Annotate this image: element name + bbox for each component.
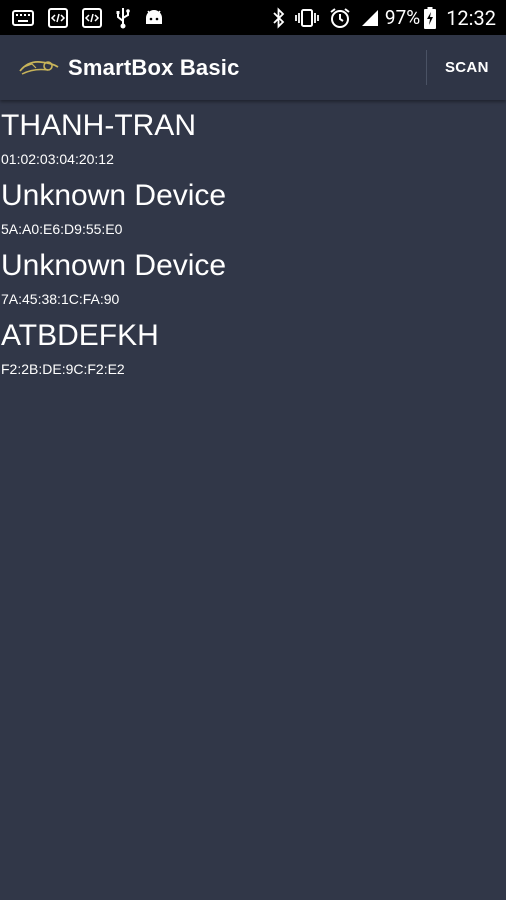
device-list-item[interactable]: Unknown Device 5A:A0:E6:D9:55:E0 (0, 178, 506, 248)
alarm-icon (329, 7, 351, 29)
vibrate-icon (295, 8, 319, 28)
device-name: Unknown Device (1, 249, 227, 282)
clock-time: 12:32 (446, 5, 496, 30)
device-list-item[interactable]: Unknown Device 7A:45:38:1C:FA:90 (0, 248, 506, 318)
keyboard-icon (12, 9, 34, 26)
status-bar: 97% 12:32 (0, 0, 506, 35)
battery-percent: 97% (384, 6, 421, 29)
device-address: 5A:A0:E6:D9:55:E0 (1, 221, 123, 237)
app-logo-icon (18, 55, 60, 84)
code-icon (48, 7, 68, 28)
usb-icon (116, 7, 130, 29)
android-icon (144, 8, 164, 28)
device-name: THANH-TRAN (1, 109, 196, 142)
device-name: Unknown Device (1, 179, 227, 212)
signal-icon (361, 9, 379, 27)
device-list-item[interactable]: ATBDEFKH F2:2B:DE:9C:F2:E2 (0, 318, 506, 388)
app-title: SmartBox Basic (68, 55, 240, 80)
scan-button[interactable]: SCAN (445, 59, 489, 76)
device-address: F2:2B:DE:9C:F2:E2 (1, 361, 125, 377)
device-list: THANH-TRAN 01:02:03:04:20:12 Unknown Dev… (0, 108, 506, 388)
toolbar-divider (426, 50, 427, 85)
device-list-item[interactable]: THANH-TRAN 01:02:03:04:20:12 (0, 108, 506, 178)
app-bar: SmartBox Basic SCAN (0, 35, 506, 100)
device-name: ATBDEFKH (1, 319, 159, 352)
code-icon (82, 7, 102, 28)
device-address: 7A:45:38:1C:FA:90 (1, 291, 120, 307)
bluetooth-icon (273, 6, 285, 29)
battery-charging-icon (424, 6, 437, 29)
device-address: 01:02:03:04:20:12 (1, 151, 114, 167)
